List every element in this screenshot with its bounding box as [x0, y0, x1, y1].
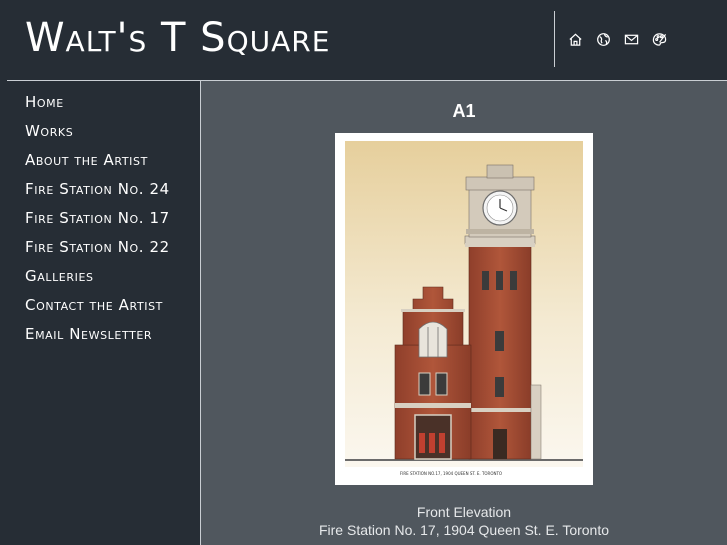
nav-item-about-the-artist[interactable]: About the Artist: [25, 149, 170, 178]
sidebar: Home Works About the Artist Fire Station…: [0, 81, 200, 545]
nav-item-fire-station-22[interactable]: Fire Station No. 22: [25, 236, 170, 265]
artwork-caption-title: Front Elevation: [416, 504, 512, 520]
nav-item-galleries[interactable]: Galleries: [25, 265, 170, 294]
main-nav: Home Works About the Artist Fire Station…: [25, 91, 170, 352]
nav-item-contact-the-artist[interactable]: Contact the Artist: [25, 294, 170, 323]
fire-station-illustration: FIRE STATION NO.17, 1904 QUEEN ST. E. TO…: [345, 141, 583, 476]
main-content: A1 FIRE STATION NO.17, 1904 QUEEN ST. E.…: [201, 81, 727, 545]
artwork-title: A1: [452, 101, 476, 121]
header-icon-bar: [567, 30, 667, 48]
home-icon[interactable]: [567, 30, 583, 48]
nav-item-fire-station-17[interactable]: Fire Station No. 17: [25, 207, 170, 236]
nav-item-home[interactable]: Home: [25, 91, 170, 120]
mail-icon[interactable]: [623, 30, 639, 48]
artwork-caption-subtitle: Fire Station No. 17, 1904 Queen St. E. T…: [318, 522, 610, 538]
palette-icon[interactable]: [651, 30, 667, 48]
artwork-inscription: FIRE STATION NO.17, 1904 QUEEN ST. E. TO…: [400, 471, 502, 476]
site-title[interactable]: Walt's T Square: [25, 14, 330, 62]
nav-item-fire-station-24[interactable]: Fire Station No. 24: [25, 178, 170, 207]
site-header: Walt's T Square: [0, 0, 727, 80]
nav-item-email-newsletter[interactable]: Email Newsletter: [25, 323, 170, 352]
header-divider: [554, 11, 555, 67]
globe-icon[interactable]: [595, 30, 611, 48]
nav-item-works[interactable]: Works: [25, 120, 170, 149]
artwork-image[interactable]: FIRE STATION NO.17, 1904 QUEEN ST. E. TO…: [335, 133, 593, 485]
